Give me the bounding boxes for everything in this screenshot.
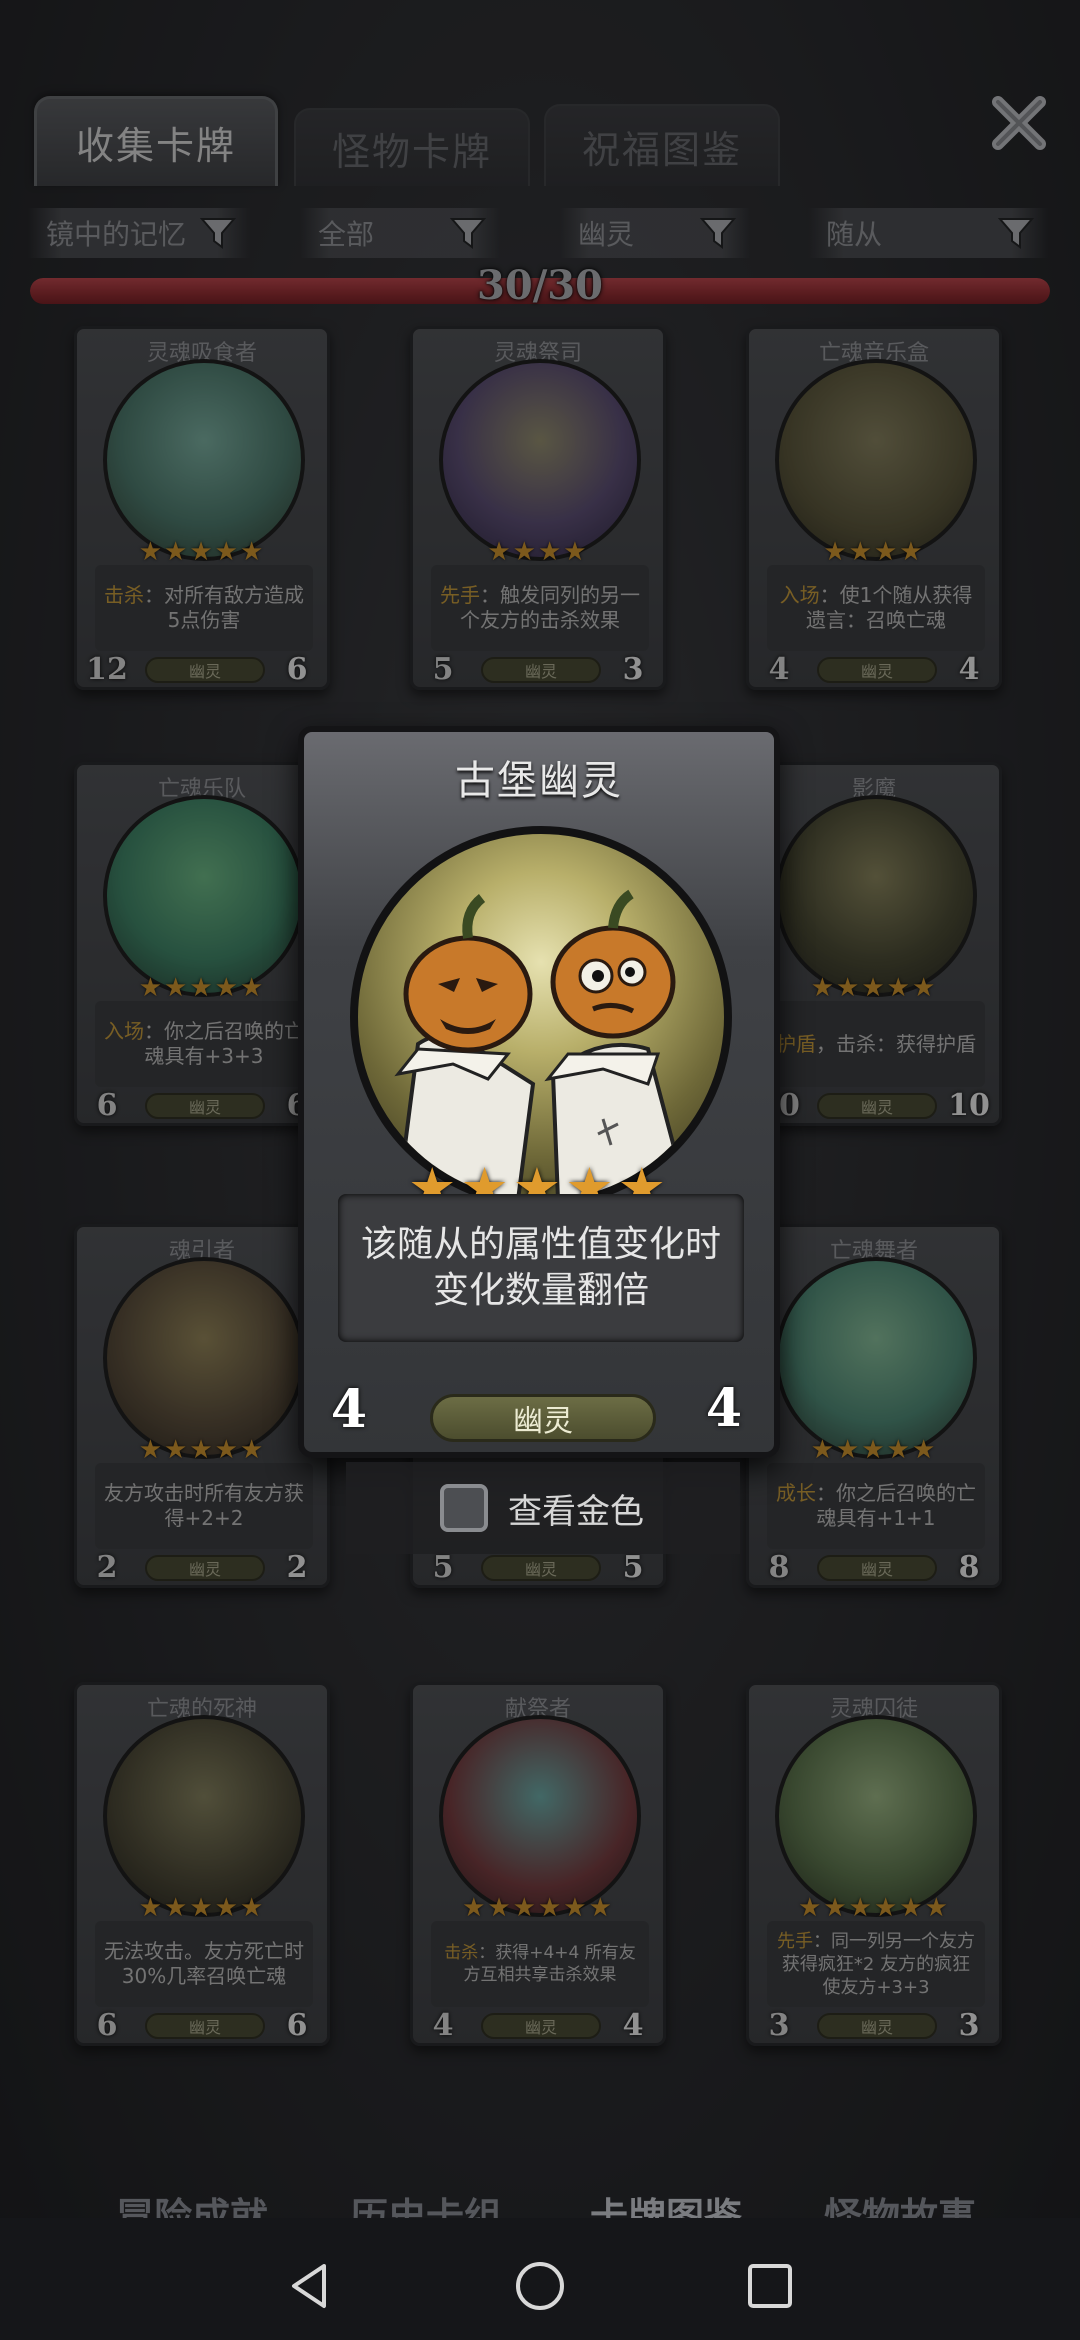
featured-card-health: 4 [688, 1372, 760, 1444]
view-golden-label: 查看金色 [508, 1491, 644, 1532]
featured-card-tribe: 幽灵 [430, 1394, 656, 1442]
view-golden-toggle[interactable]: 查看金色 [346, 1462, 740, 1554]
featured-card-attack: 4 [318, 1378, 380, 1440]
home-icon[interactable] [512, 2258, 568, 2314]
featured-card-art [350, 826, 732, 1208]
pumpkin-ghosts-illustration [394, 889, 691, 1200]
back-icon[interactable] [282, 2258, 338, 2314]
featured-card-description: 该随从的属性值变化时变化数量翻倍 [338, 1194, 744, 1342]
recents-icon[interactable] [742, 2258, 798, 2314]
featured-card-name: 古堡幽灵 [455, 758, 623, 804]
collection-screen: 收集卡牌 怪物卡牌 祝福图鉴 镜中的记忆 全部 幽灵 随从 30/30 灵魂吸食… [0, 0, 1080, 2340]
featured-card: 古堡幽灵 ★★★★★ 该随从的属性值变化时变化数量翻倍 4 幽灵 4 [298, 726, 780, 1458]
checkbox[interactable] [440, 1484, 488, 1532]
system-nav-bar [0, 2218, 1080, 2340]
